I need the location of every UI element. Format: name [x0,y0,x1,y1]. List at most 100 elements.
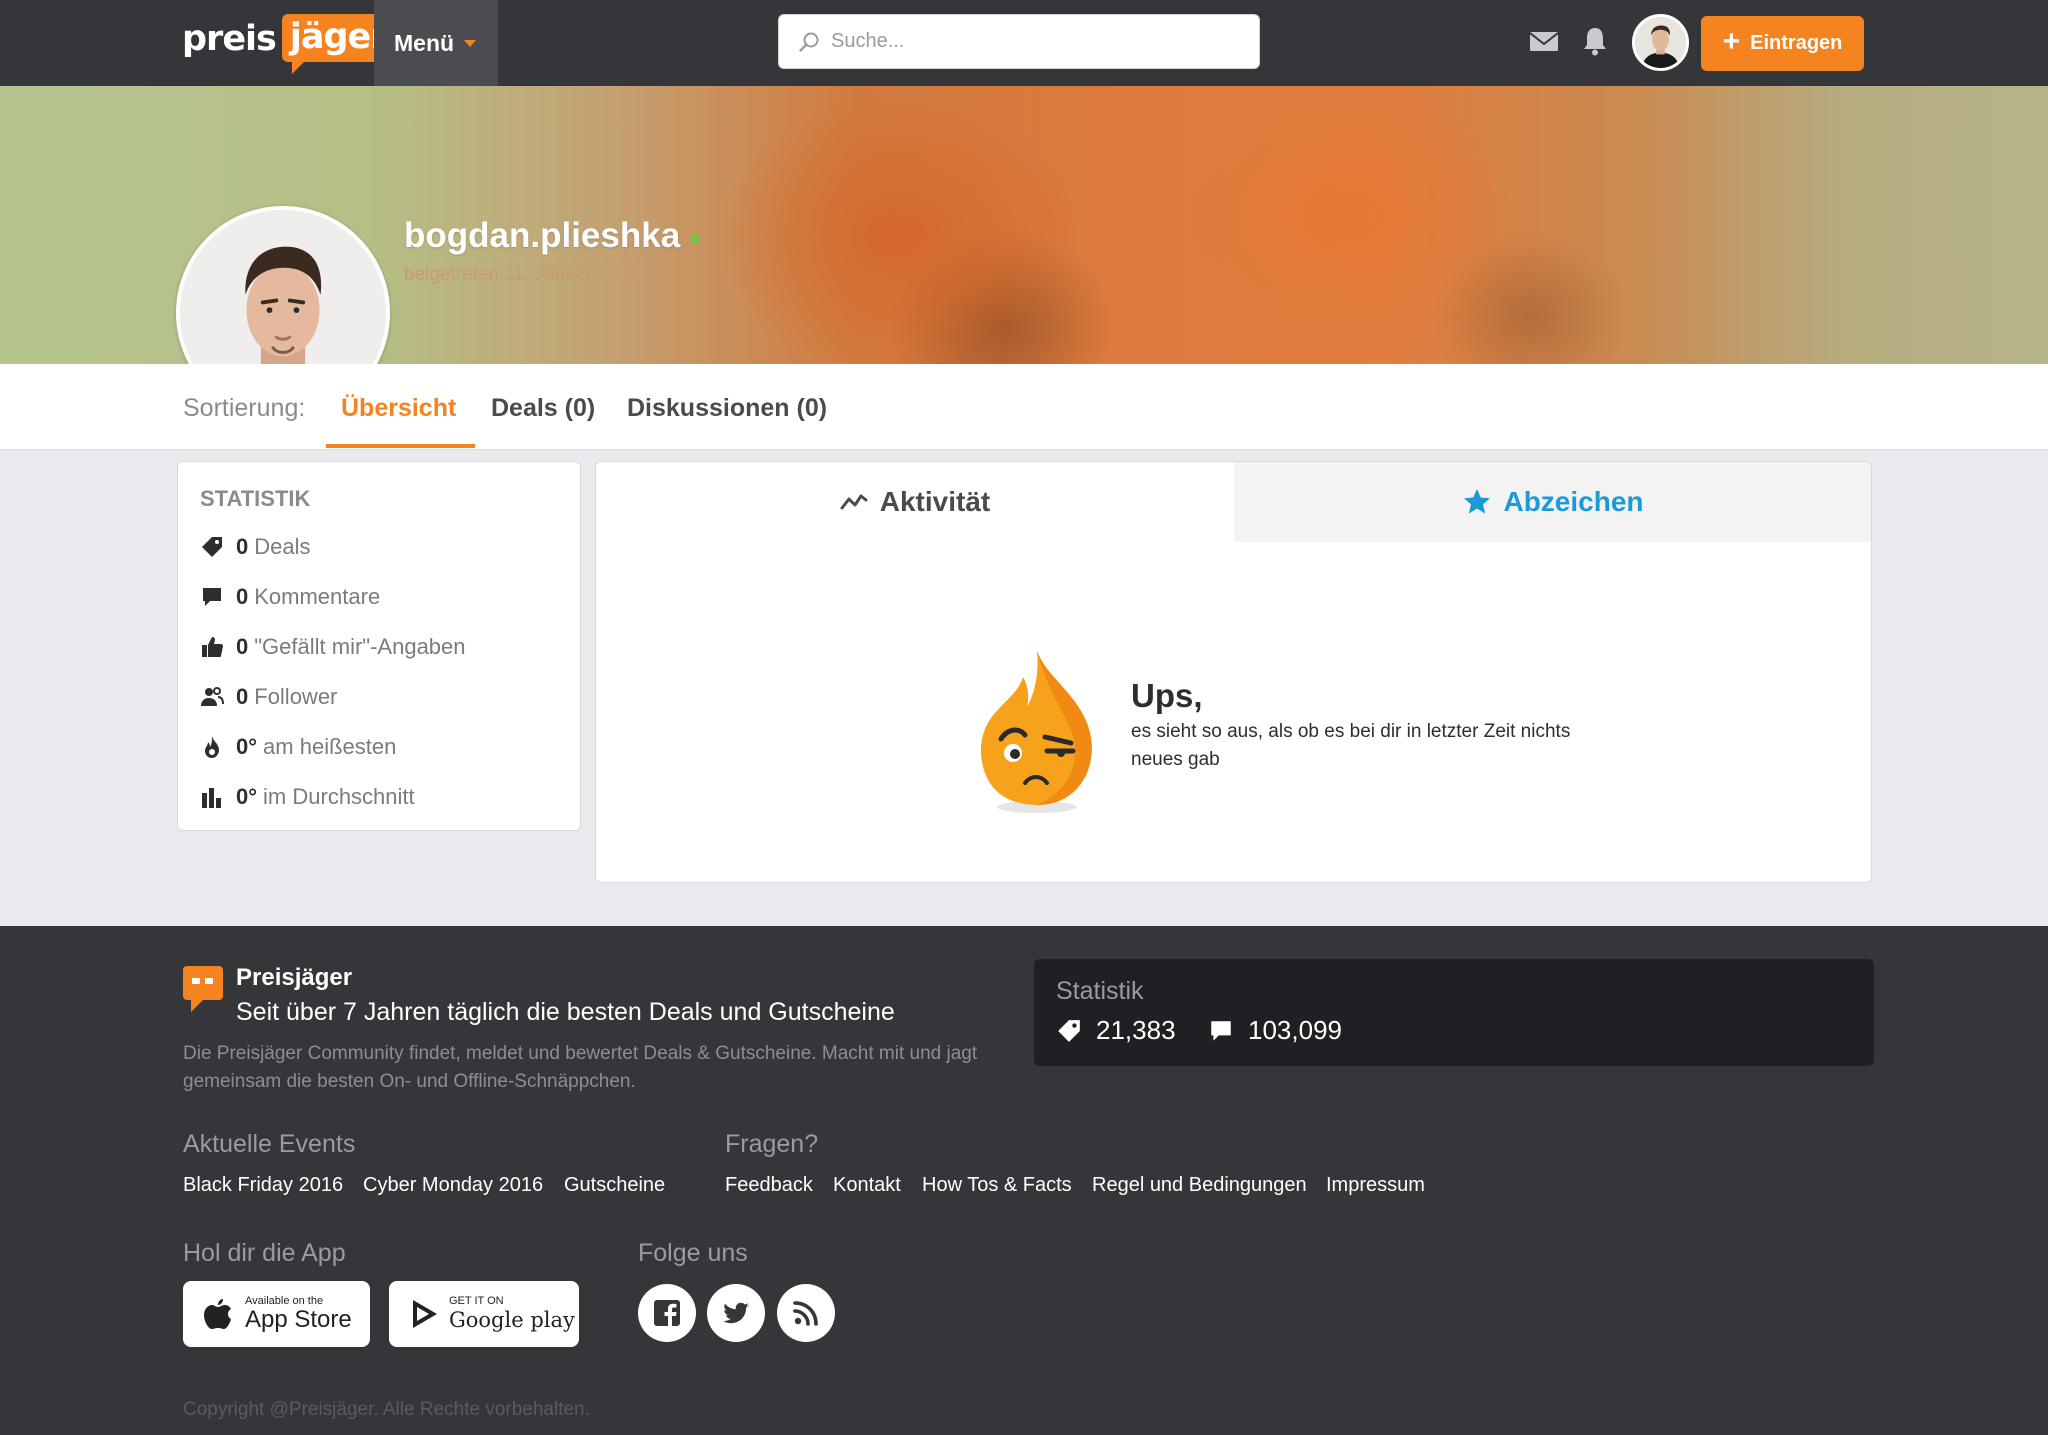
tag-icon [202,537,222,557]
star-icon [1464,489,1491,514]
footer-brand: Preisjäger [236,964,353,991]
comment-icon [1211,1020,1231,1041]
events-heading: Aktuelle Events [183,1130,356,1158]
footer-tagline: Seit über 7 Jahren täglich die besten De… [236,998,895,1026]
footer-stat-comments-value: 103,099 [1248,1015,1342,1045]
add-deal-button[interactable]: + Eintragen [1701,16,1864,71]
profile-avatar [176,206,390,364]
stat-hottest: 0° am heißesten [200,732,396,762]
empty-state-title: Ups, [1131,677,1203,714]
add-deal-label: Eintragen [1750,32,1843,54]
online-status-indicator [690,234,701,244]
tab-badges[interactable]: Abzeichen [1234,462,1871,542]
bell-icon[interactable] [1578,24,1612,58]
statistics-card: STATISTIK 0 Deals 0 Kommentare 0 "Gefäll… [177,461,581,831]
stat-label: im Durchschnitt [263,784,415,809]
link-kontakt[interactable]: Kontakt [833,1174,901,1197]
stat-value: 0° [236,784,258,809]
rss-button[interactable] [777,1284,835,1342]
app-store-big-text: App Store [245,1306,352,1333]
profile-banner: bogdan.plieshka beigetreten 11. Jänner 2… [0,86,2048,364]
tab-badges-label: Abzeichen [1503,486,1644,517]
link-how-tos[interactable]: How Tos & Facts [922,1174,1072,1197]
footer-description: Die Preisjäger Community findet, meldet … [183,1043,978,1092]
tab-deals[interactable]: Deals (0) [491,394,595,423]
rss-icon [793,1301,818,1326]
activity-tabs: Aktivität Abzeichen [596,462,1871,542]
sort-label: Sortierung: [183,394,306,422]
avatar-image [1635,17,1686,68]
stat-comments: 0 Kommentare [200,582,380,612]
comment-icon [203,588,221,606]
mail-icon[interactable] [1527,24,1561,58]
twitter-icon [723,1302,749,1324]
app-heading: Hol dir die App [183,1239,346,1267]
sort-bar: Sortierung: Übersicht Deals (0) Diskussi… [0,364,2048,450]
twitter-button[interactable] [707,1284,765,1342]
facebook-icon [654,1300,680,1326]
tag-icon [1058,1019,1080,1042]
joined-date: beigetreten 11. Jänner 2016 [404,264,641,285]
stat-likes: 0 "Gefällt mir"-Angaben [200,632,466,662]
stat-value: 0 [236,534,249,559]
stat-value: 0 [236,684,249,709]
profile-photo [180,210,386,364]
google-play-small-text: GET IT ON [449,1295,504,1307]
stat-label: "Gefällt mir"-Angaben [254,634,466,659]
confused-flame-mascot-icon [980,651,1092,813]
user-avatar[interactable] [1632,14,1689,71]
preisjaeger-chat-logo-icon [183,966,223,1012]
profile-username: bogdan.plieshka [404,216,701,256]
questions-heading: Fragen? [725,1130,819,1158]
activity-graph-icon [840,494,868,510]
menu-button[interactable]: Menü [374,0,498,86]
tab-discussions[interactable]: Diskussionen (0) [627,394,827,423]
flame-icon [205,736,219,758]
facebook-button[interactable] [638,1284,696,1342]
app-store-button[interactable]: Available on the App Store [183,1281,370,1347]
search-box[interactable] [778,14,1260,69]
preisjaeger-logo[interactable]: preis jäger [182,14,395,74]
stat-deals: 0 Deals [200,532,311,562]
stat-label: Deals [254,534,311,559]
username-text: bogdan.plieshka [404,216,681,255]
copyright-text: Copyright @Preisjäger. Alle Rechte vorbe… [183,1399,590,1420]
footer-stat-deals: 21,383 [1056,1015,1176,1046]
apple-icon [204,1299,231,1329]
statistics-title: STATISTIK [200,486,311,511]
empty-state-message: es sieht so aus, als ob es bei dir in le… [1131,721,1571,770]
footer: Preisjäger Seit über 7 Jahren täglich di… [0,926,2048,1435]
stat-label: Follower [254,684,338,709]
google-play-big-text: Google play [449,1308,575,1332]
search-icon [799,32,819,52]
stat-average: 0° im Durchschnitt [200,782,415,812]
link-cyber-monday[interactable]: Cyber Monday 2016 [363,1174,543,1197]
followers-icon [201,687,224,706]
stat-label: Kommentare [254,584,381,609]
stat-value: 0 [236,634,249,659]
link-impressum[interactable]: Impressum [1326,1174,1425,1197]
thumbs-up-icon [202,637,223,657]
caret-down-icon [464,39,477,47]
link-regeln[interactable]: Regel und Bedingungen [1092,1174,1307,1197]
logo-text-preis: preis [182,19,277,59]
follow-heading: Folge uns [638,1239,748,1267]
search-input[interactable] [831,30,1231,53]
link-gutscheine[interactable]: Gutscheine [564,1174,665,1197]
tab-activity[interactable]: Aktivität [596,462,1234,542]
active-tab-underline [326,444,475,448]
link-feedback[interactable]: Feedback [725,1174,813,1197]
footer-stat-comments: 103,099 [1208,1015,1342,1046]
tab-activity-label: Aktivität [879,486,991,517]
activity-card: Aktivität Abzeichen Ups, es sieht so aus… [595,461,1872,883]
google-play-icon [413,1300,437,1328]
tab-overview[interactable]: Übersicht [341,394,456,423]
stat-value: 0° [236,734,258,759]
stat-followers: 0 Follower [200,682,337,712]
stat-label: am heißesten [263,734,397,759]
footer-stat-deals-value: 21,383 [1096,1015,1176,1045]
google-play-button[interactable]: GET IT ON Google play [389,1281,579,1347]
footer-statistics-box: Statistik 21,383 103,099 [1034,959,1874,1066]
plus-icon: + [1722,25,1741,58]
link-black-friday[interactable]: Black Friday 2016 [183,1174,343,1197]
